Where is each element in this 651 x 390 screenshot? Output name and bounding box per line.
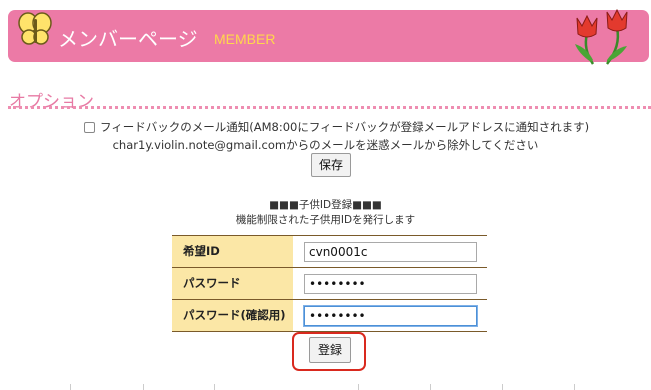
save-button[interactable]: 保存 — [311, 153, 351, 177]
feedback-option: フィードバックのメール通知(AM8:00にフィードバックが登録メールアドレスに通… — [84, 119, 589, 135]
page-title: メンバーページ — [58, 27, 198, 51]
desired-id-label: 希望ID — [172, 236, 293, 267]
bottom-tick — [143, 384, 144, 390]
butterfly-icon — [18, 12, 52, 45]
form-row-password: パスワード •••••••• — [172, 268, 487, 300]
bottom-tick — [430, 384, 431, 390]
desired-id-cell: cvn0001c — [293, 236, 487, 267]
bottom-tick — [502, 384, 503, 390]
form-row-password-confirm: パスワード(確認用) •••••••• — [172, 300, 487, 332]
bottom-tick — [214, 384, 215, 390]
bottom-tick — [358, 384, 359, 390]
child-id-heading: ■■■子供ID登録■■■ — [269, 199, 382, 211]
dotted-divider — [8, 106, 651, 109]
bottom-tick — [70, 384, 71, 390]
password-confirm-input[interactable]: •••••••• — [304, 306, 477, 326]
password-input[interactable]: •••••••• — [304, 274, 477, 294]
password-confirm-cell: •••••••• — [293, 300, 487, 331]
desired-id-input[interactable]: cvn0001c — [304, 242, 477, 262]
register-button[interactable]: 登録 — [309, 337, 351, 363]
tulip-icon — [575, 8, 628, 65]
bottom-tick — [574, 384, 575, 390]
password-label: パスワード — [172, 268, 293, 299]
header-banner: メンバーページ MEMBER — [8, 8, 649, 65]
password-cell: •••••••• — [293, 268, 487, 299]
email-note: char1y.violin.note@gmail.comからのメールを迷惑メール… — [112, 138, 539, 152]
page-subtitle: MEMBER — [214, 31, 276, 47]
password-confirm-label: パスワード(確認用) — [172, 300, 293, 331]
feedback-label[interactable]: フィードバックのメール通知(AM8:00にフィードバックが登録メールアドレスに通… — [100, 119, 589, 135]
feedback-checkbox[interactable] — [84, 121, 95, 133]
child-registration-form: 希望ID cvn0001c パスワード •••••••• パスワード(確認用) … — [172, 235, 487, 332]
form-row-desired-id: 希望ID cvn0001c — [172, 236, 487, 268]
child-id-description: 機能制限された子供用IDを発行します — [235, 214, 416, 226]
